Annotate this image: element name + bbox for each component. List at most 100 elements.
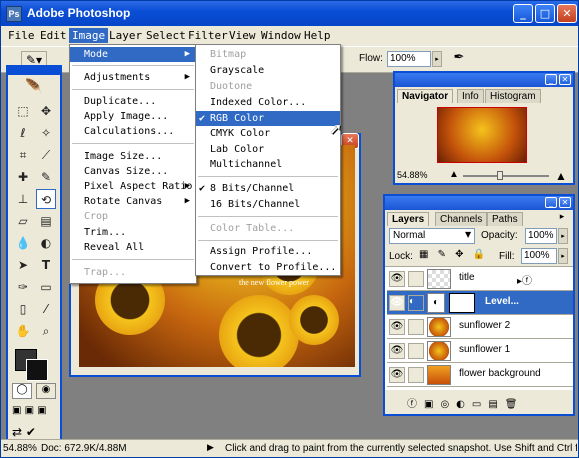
- notes-tool-icon[interactable]: ▯: [13, 299, 33, 319]
- menu-file[interactable]: File: [5, 28, 38, 43]
- flow-arrow[interactable]: ▸: [432, 51, 442, 67]
- menu-item-calculations[interactable]: Calculations...: [70, 124, 196, 139]
- zoom-tool-icon[interactable]: ⌕: [36, 321, 56, 341]
- tab-histogram[interactable]: Histogram: [485, 89, 541, 103]
- status-zoom[interactable]: 54.88%: [3, 443, 39, 454]
- pen-tool-icon[interactable]: ✑: [13, 277, 33, 297]
- eyedropper-icon[interactable]: ⁄: [36, 299, 56, 319]
- menu-layer[interactable]: Layer: [106, 28, 145, 43]
- navigator-minimize-button[interactable]: _: [545, 74, 557, 85]
- title-bar[interactable]: Ps Adobe Photoshop _ □ ✕: [1, 1, 578, 26]
- lasso-tool-icon[interactable]: ℓ: [13, 123, 33, 143]
- status-doc-info[interactable]: Doc: 672.9K/4.88M: [41, 443, 127, 454]
- navigator-zoom-slider[interactable]: [463, 175, 549, 177]
- submenu-item-cmyk-color[interactable]: CMYK Color: [196, 126, 340, 141]
- eye-icon[interactable]: 👁: [389, 319, 405, 335]
- tab-navigator[interactable]: Navigator: [397, 89, 454, 103]
- hand-tool-icon[interactable]: ✋: [13, 321, 33, 341]
- type-tool-icon[interactable]: T: [36, 255, 56, 275]
- brush-tool-icon[interactable]: ✎: [36, 167, 56, 187]
- minimize-button[interactable]: _: [513, 4, 533, 23]
- layers-titlebar[interactable]: _ ✕: [385, 196, 573, 210]
- tab-info[interactable]: Info: [457, 89, 484, 103]
- submenu-item-8-bits[interactable]: ✔ 8 Bits/Channel: [196, 181, 340, 196]
- menu-item-canvas-size[interactable]: Canvas Size...: [70, 164, 196, 179]
- submenu-item-grayscale[interactable]: Grayscale: [196, 63, 340, 78]
- airbrush-icon[interactable]: ✒: [449, 50, 469, 68]
- navigator-titlebar[interactable]: _ ✕: [395, 73, 573, 87]
- layer-row[interactable]: 👁 title ▸ⓕ: [387, 267, 573, 291]
- screen-mode-icons[interactable]: ▣ ▣ ▣: [12, 405, 56, 421]
- submenu-item-convert-to-profile[interactable]: Convert to Profile...: [196, 260, 340, 275]
- submenu-item-lab-color[interactable]: Lab Color: [196, 142, 340, 157]
- history-brush-icon[interactable]: ⟲: [36, 189, 56, 209]
- menu-window[interactable]: Window: [258, 28, 304, 43]
- submenu-item-16-bits[interactable]: 16 Bits/Channel: [196, 197, 340, 212]
- opacity-arrow[interactable]: ▸: [558, 228, 568, 244]
- fill-input[interactable]: 100%: [521, 248, 557, 264]
- menu-view[interactable]: View: [226, 28, 259, 43]
- marquee-tool-icon[interactable]: ⬚: [13, 101, 33, 121]
- crop-tool-icon[interactable]: ⌗: [13, 145, 33, 165]
- menu-item-apply-image[interactable]: Apply Image...: [70, 109, 196, 124]
- layer-mask-thumbnail[interactable]: [449, 293, 475, 313]
- menu-image[interactable]: Image: [69, 28, 109, 43]
- tab-paths[interactable]: Paths: [487, 212, 523, 226]
- menu-help[interactable]: Help: [301, 28, 334, 43]
- submenu-item-indexed-color[interactable]: Indexed Color...: [196, 95, 340, 110]
- menu-item-pixel-aspect-ratio[interactable]: Pixel Aspect Ratio ▶: [70, 179, 196, 194]
- blur-tool-icon[interactable]: 💧: [13, 233, 33, 253]
- close-button[interactable]: ✕: [557, 4, 577, 23]
- layers-minimize-button[interactable]: _: [545, 197, 557, 208]
- menu-item-image-size[interactable]: Image Size...: [70, 149, 196, 164]
- layers-bottom-toolbar[interactable]: ⓕ▣◎◐▭▤🗑: [385, 396, 573, 414]
- opacity-input[interactable]: 100%: [525, 228, 557, 244]
- navigator-zoom-value[interactable]: 54.88%: [397, 170, 428, 180]
- link-toggle[interactable]: ◐: [408, 295, 424, 311]
- lock-icons[interactable]: ▦ ✎ ✥ 🔒: [419, 249, 488, 260]
- link-toggle[interactable]: [408, 271, 424, 287]
- slice-tool-icon[interactable]: ⟋: [36, 145, 56, 165]
- fill-arrow[interactable]: ▸: [558, 248, 568, 264]
- eraser-tool-icon[interactable]: ▱: [13, 211, 33, 231]
- layer-row[interactable]: 👁 ◐ ◐ Level...: [387, 291, 573, 315]
- layer-row[interactable]: 👁 sunflower 1: [387, 339, 573, 363]
- blend-mode-select[interactable]: Normal: [389, 228, 475, 244]
- gradient-tool-icon[interactable]: ▤: [36, 211, 56, 231]
- menu-item-duplicate[interactable]: Duplicate...: [70, 94, 196, 109]
- shape-tool-icon[interactable]: ▭: [36, 277, 56, 297]
- menu-edit[interactable]: Edit: [37, 28, 70, 43]
- submenu-item-multichannel[interactable]: Multichannel: [196, 157, 340, 172]
- clone-stamp-icon[interactable]: ⊥: [13, 189, 33, 209]
- menu-item-reveal-all[interactable]: Reveal All: [70, 240, 196, 255]
- flow-input[interactable]: 100%: [387, 51, 431, 67]
- menu-item-adjustments[interactable]: Adjustments ▶: [70, 70, 196, 85]
- menu-select[interactable]: Select: [143, 28, 189, 43]
- submenu-item-assign-profile[interactable]: Assign Profile...: [196, 244, 340, 259]
- link-toggle[interactable]: [408, 319, 424, 335]
- submenu-item-rgb-color[interactable]: ✔ RGB Color: [196, 111, 340, 126]
- layers-close-button[interactable]: ✕: [559, 197, 571, 208]
- navigator-thumbnail[interactable]: [437, 107, 527, 163]
- zoom-slider-thumb[interactable]: [497, 171, 503, 180]
- zoom-in-icon[interactable]: ▲: [555, 169, 567, 183]
- zoom-out-icon[interactable]: ▲: [449, 169, 459, 180]
- menu-item-rotate-canvas[interactable]: Rotate Canvas ▶: [70, 194, 196, 209]
- chevron-down-icon[interactable]: ▼: [465, 230, 471, 239]
- menu-filter[interactable]: Filter: [185, 28, 231, 43]
- eye-icon[interactable]: 👁: [389, 295, 405, 311]
- panel-menu-icon[interactable]: ▸: [555, 212, 569, 224]
- maximize-button[interactable]: □: [535, 4, 555, 23]
- link-toggle[interactable]: [408, 343, 424, 359]
- menu-item-trim[interactable]: Trim...: [70, 225, 196, 240]
- status-arrow-icon[interactable]: ▶: [207, 442, 214, 453]
- eye-icon[interactable]: 👁: [389, 343, 405, 359]
- quick-mask-icon[interactable]: ◉: [36, 383, 56, 399]
- layer-row[interactable]: 👁 sunflower 2: [387, 315, 573, 339]
- background-color-swatch[interactable]: [26, 359, 48, 381]
- menu-item-mode[interactable]: Mode ▶: [70, 47, 196, 62]
- toolbox-titlebar[interactable]: [8, 67, 60, 75]
- dodge-tool-icon[interactable]: ◐: [36, 233, 56, 253]
- magic-wand-icon[interactable]: ✧: [36, 123, 56, 143]
- standard-mode-icon[interactable]: ◯: [12, 383, 32, 399]
